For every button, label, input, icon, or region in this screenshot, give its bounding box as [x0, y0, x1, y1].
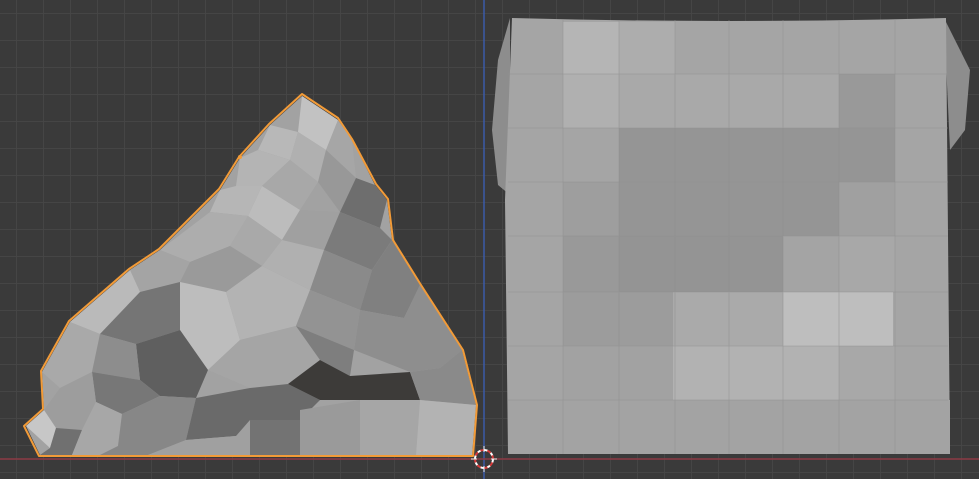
- sculpted-object[interactable]: [23, 93, 478, 457]
- object-origin[interactable]: [238, 155, 242, 159]
- cube-right-bevel: [944, 18, 970, 150]
- viewport-scene[interactable]: [0, 0, 979, 479]
- 3d-viewport[interactable]: [0, 0, 979, 479]
- cube-object[interactable]: [492, 18, 970, 454]
